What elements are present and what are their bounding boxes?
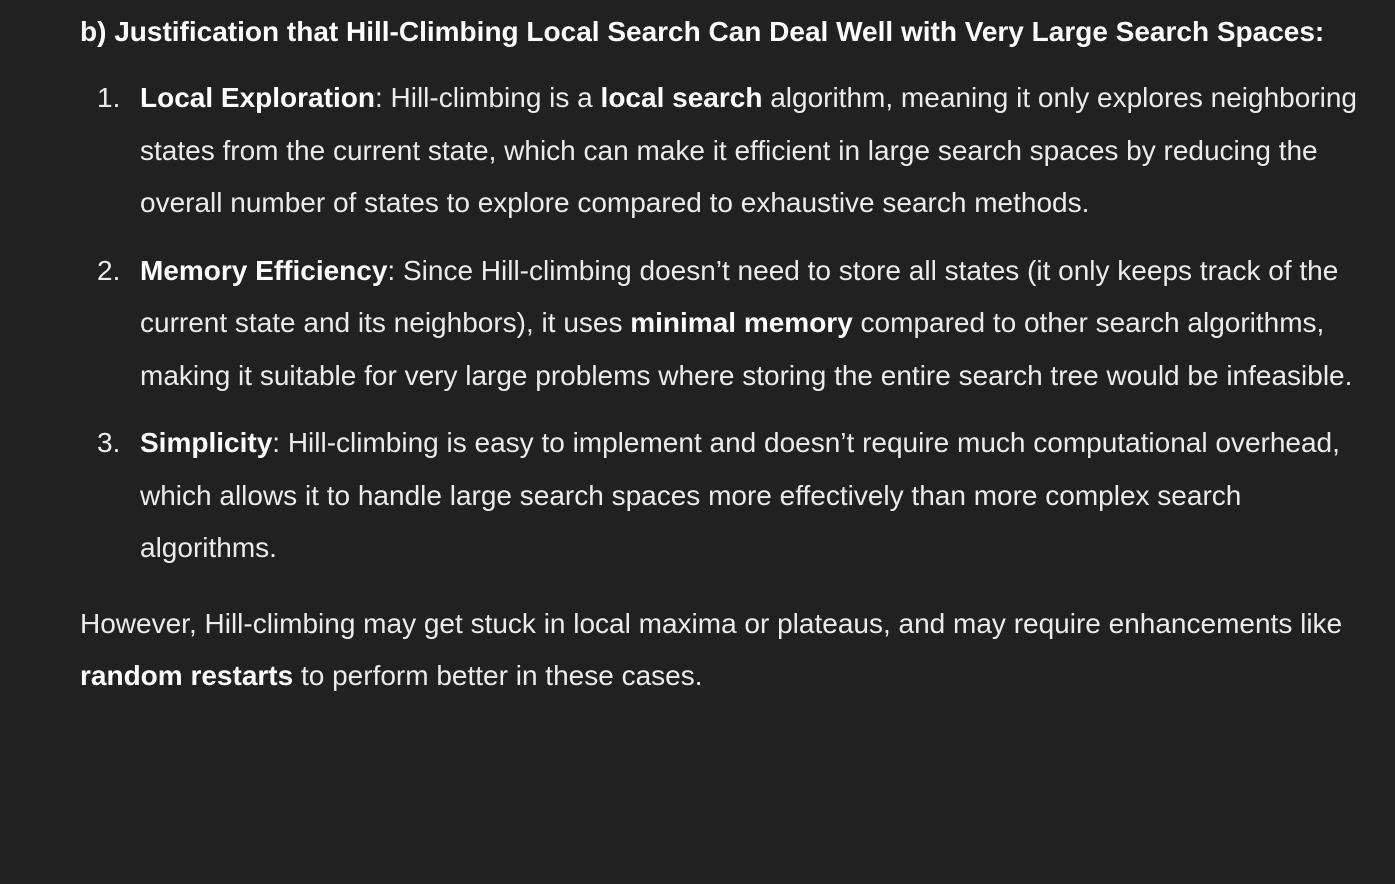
list-item: 1. Local Exploration: Hill-climbing is a… bbox=[80, 72, 1380, 230]
item-text-segment: : Hill-climbing is a bbox=[374, 82, 601, 113]
conclusion-paragraph: However, Hill-climbing may get stuck in … bbox=[80, 598, 1380, 703]
conclusion-text-segment: However, Hill-climbing may get stuck in … bbox=[80, 607, 1343, 639]
section-heading: b) Justification that Hill-Climbing Loca… bbox=[80, 16, 1325, 47]
list-item: 3. Simplicity: Hill-climbing is easy to … bbox=[80, 417, 1380, 575]
conclusion-emphasis: random restarts bbox=[80, 660, 294, 691]
response-content: b) Justification that Hill-Climbing Loca… bbox=[80, 8, 1380, 703]
item-term: Local Exploration bbox=[140, 82, 375, 113]
list-item-text: Simplicity: Hill-climbing is easy to imp… bbox=[140, 427, 1340, 563]
item-text-segment: : Hill-climbing is easy to implement and… bbox=[140, 427, 1340, 563]
justification-list: 1. Local Exploration: Hill-climbing is a… bbox=[80, 72, 1380, 575]
list-number: 1. bbox=[97, 82, 121, 113]
item-term: Memory Efficiency bbox=[140, 254, 388, 286]
chat-response-page: { "heading": "b) Justification that Hill… bbox=[0, 0, 1395, 884]
item-emphasis: minimal memory bbox=[630, 307, 853, 338]
list-item-text: Local Exploration: Hill-climbing is a lo… bbox=[140, 82, 1357, 218]
conclusion-text-segment: to perform better in these cases. bbox=[293, 660, 703, 691]
item-emphasis: local search bbox=[600, 82, 763, 113]
list-number: 2. bbox=[97, 254, 121, 286]
item-term: Simplicity bbox=[140, 427, 273, 458]
list-item-text: Memory Efficiency: Since Hill-climbing d… bbox=[140, 255, 1352, 391]
list-number: 3. bbox=[97, 427, 121, 458]
list-item: 2. Memory Efficiency: Since Hill-climbin… bbox=[80, 245, 1380, 403]
